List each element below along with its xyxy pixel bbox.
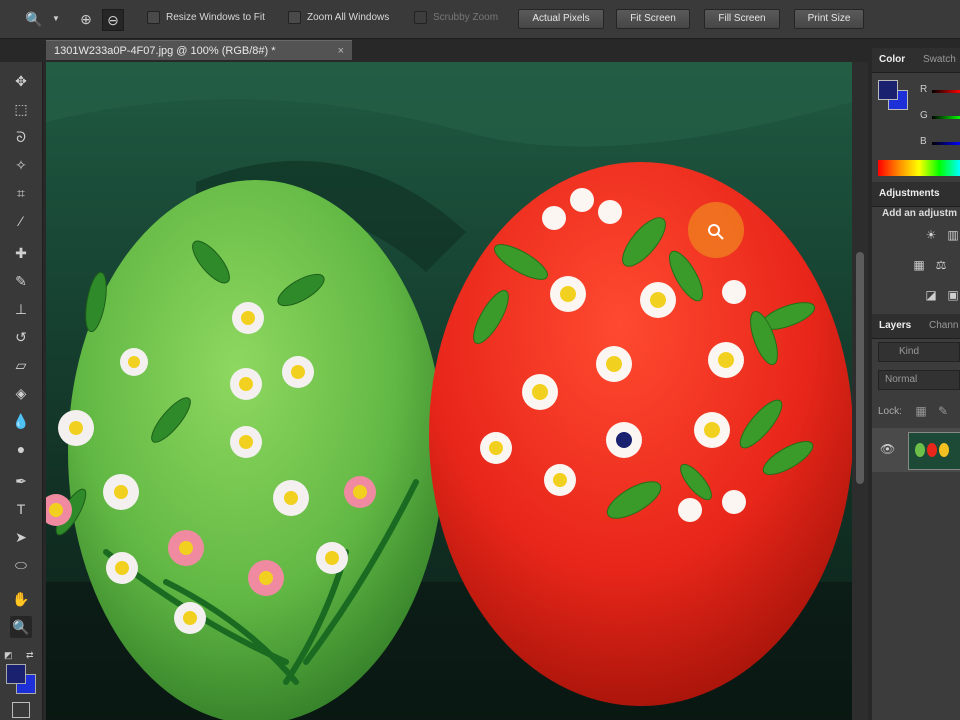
layer-thumbnail <box>908 432 960 470</box>
actual-pixels-button[interactable]: Actual Pixels <box>518 9 604 29</box>
options-bar: 🔍 ▼ ⊕ ⊖ Resize Windows to Fit Zoom All W… <box>0 0 960 39</box>
zoom-all-windows-checkbox[interactable] <box>288 11 301 24</box>
zoom-cursor-highlight <box>688 202 744 258</box>
default-colors-icon[interactable]: ◩ <box>4 650 13 661</box>
layer-visibility-eye-icon[interactable]: 👁 <box>880 442 895 456</box>
pen-tool-icon[interactable]: ✒ <box>10 470 32 492</box>
clone-stamp-tool-icon[interactable]: ⊥ <box>10 298 32 320</box>
eraser-tool-icon[interactable]: ▱ <box>10 354 32 376</box>
document-tab[interactable]: 1301W233a0P-4F07.jpg @ 100% (RGB/8#) * × <box>46 40 352 60</box>
channel-b-label: B <box>920 136 927 147</box>
b-slider[interactable] <box>932 142 960 145</box>
preset-dropdown-icon[interactable]: ▼ <box>46 9 66 29</box>
g-slider[interactable] <box>932 116 960 119</box>
color-spectrum-ramp[interactable] <box>878 160 960 176</box>
close-document-icon[interactable]: × <box>338 41 344 61</box>
scrubby-zoom-checkbox[interactable] <box>414 11 427 24</box>
magic-wand-tool-icon[interactable]: ✧ <box>10 154 32 176</box>
blend-mode-value: Normal <box>885 374 918 385</box>
hue-saturation-adjustment-icon[interactable]: ▦ <box>912 258 926 272</box>
tab-adjustments[interactable]: Adjustments <box>872 182 960 206</box>
toolbox: ✥ ⬚ ᘐ ✧ ⌗ ⁄ ✚ ✎ ⊥ ↺ ▱ ◈ 💧 ● ✒ T ➤ ⬭ ✋ 🔍 … <box>0 62 43 720</box>
color-panel-foreground[interactable] <box>878 80 898 100</box>
r-slider[interactable] <box>932 90 960 93</box>
dodge-tool-icon[interactable]: ● <box>10 438 32 460</box>
healing-brush-tool-icon[interactable]: ✚ <box>10 242 32 264</box>
brightness-adjustment-icon[interactable]: ☀ <box>924 228 938 242</box>
kind-label: Kind <box>899 346 920 357</box>
zoom-tool-preset-icon[interactable]: 🔍 <box>24 9 44 29</box>
eyedropper-tool-icon[interactable]: ⁄ <box>10 210 32 232</box>
foreground-color-swatch[interactable] <box>6 664 26 684</box>
color-balance-adjustment-icon[interactable]: ⚖ <box>934 258 948 272</box>
zoom-all-windows-label: Zoom All Windows <box>307 12 390 23</box>
selective-color-adjustment-icon[interactable]: ▣ <box>946 288 960 302</box>
zoom-in-icon[interactable]: ⊕ <box>76 9 96 29</box>
tab-layers[interactable]: Layers <box>872 314 922 338</box>
zoom-tool-icon[interactable]: 🔍 <box>10 616 32 638</box>
scrubby-zoom-label: Scrubby Zoom <box>433 12 499 23</box>
type-tool-icon[interactable]: T <box>10 498 32 520</box>
channel-g-label: G <box>920 110 928 121</box>
hand-tool-icon[interactable]: ✋ <box>10 588 32 610</box>
shape-tool-icon[interactable]: ⬭ <box>10 554 32 576</box>
resize-windows-label: Resize Windows to Fit <box>166 12 265 23</box>
resize-windows-checkbox[interactable] <box>147 11 160 24</box>
fit-screen-button[interactable]: Fit Screen <box>616 9 690 29</box>
blend-mode-select[interactable]: Normal <box>878 370 960 390</box>
swap-colors-icon[interactable]: ⇄ <box>26 650 34 661</box>
print-size-button[interactable]: Print Size <box>794 9 864 29</box>
add-adjustment-label: Add an adjustm <box>882 208 958 219</box>
brush-tool-icon[interactable]: ✎ <box>10 270 32 292</box>
quick-mask-icon[interactable] <box>12 702 30 718</box>
tab-color[interactable]: Color <box>872 48 916 72</box>
marquee-tool-icon[interactable]: ⬚ <box>10 98 32 120</box>
channel-r-label: R <box>920 84 928 95</box>
tab-channels[interactable]: Chann <box>922 314 960 338</box>
right-panels: Color Swatch R G B Adjustments Add an ad… <box>872 48 960 720</box>
paint-bucket-tool-icon[interactable]: ◈ <box>10 382 32 404</box>
gradient-map-adjustment-icon[interactable]: ◪ <box>924 288 938 302</box>
layer-row-background[interactable]: 👁 <box>872 428 960 472</box>
blur-tool-icon[interactable]: 💧 <box>10 410 32 432</box>
lock-image-pixels-icon[interactable]: ✎ <box>936 404 950 418</box>
history-brush-tool-icon[interactable]: ↺ <box>10 326 32 348</box>
vertical-scrollbar[interactable] <box>852 62 868 720</box>
lock-transparent-pixels-icon[interactable]: ▦ <box>914 404 928 418</box>
scrollbar-thumb[interactable] <box>856 252 864 484</box>
document-title: 1301W233a0P-4F07.jpg @ 100% (RGB/8#) * <box>54 45 276 57</box>
lock-label: Lock: <box>878 406 902 417</box>
fill-screen-button[interactable]: Fill Screen <box>704 9 780 29</box>
tab-swatches[interactable]: Swatch <box>916 48 960 72</box>
path-selection-tool-icon[interactable]: ➤ <box>10 526 32 548</box>
document-canvas[interactable] <box>46 62 852 720</box>
levels-adjustment-icon[interactable]: ▥ <box>946 228 960 242</box>
layer-filter-kind-select[interactable]: Kind <box>878 342 960 362</box>
zoom-out-icon[interactable]: ⊖ <box>102 9 124 31</box>
lasso-tool-icon[interactable]: ᘐ <box>10 126 32 148</box>
crop-tool-icon[interactable]: ⌗ <box>10 182 32 204</box>
move-tool-icon[interactable]: ✥ <box>10 70 32 92</box>
